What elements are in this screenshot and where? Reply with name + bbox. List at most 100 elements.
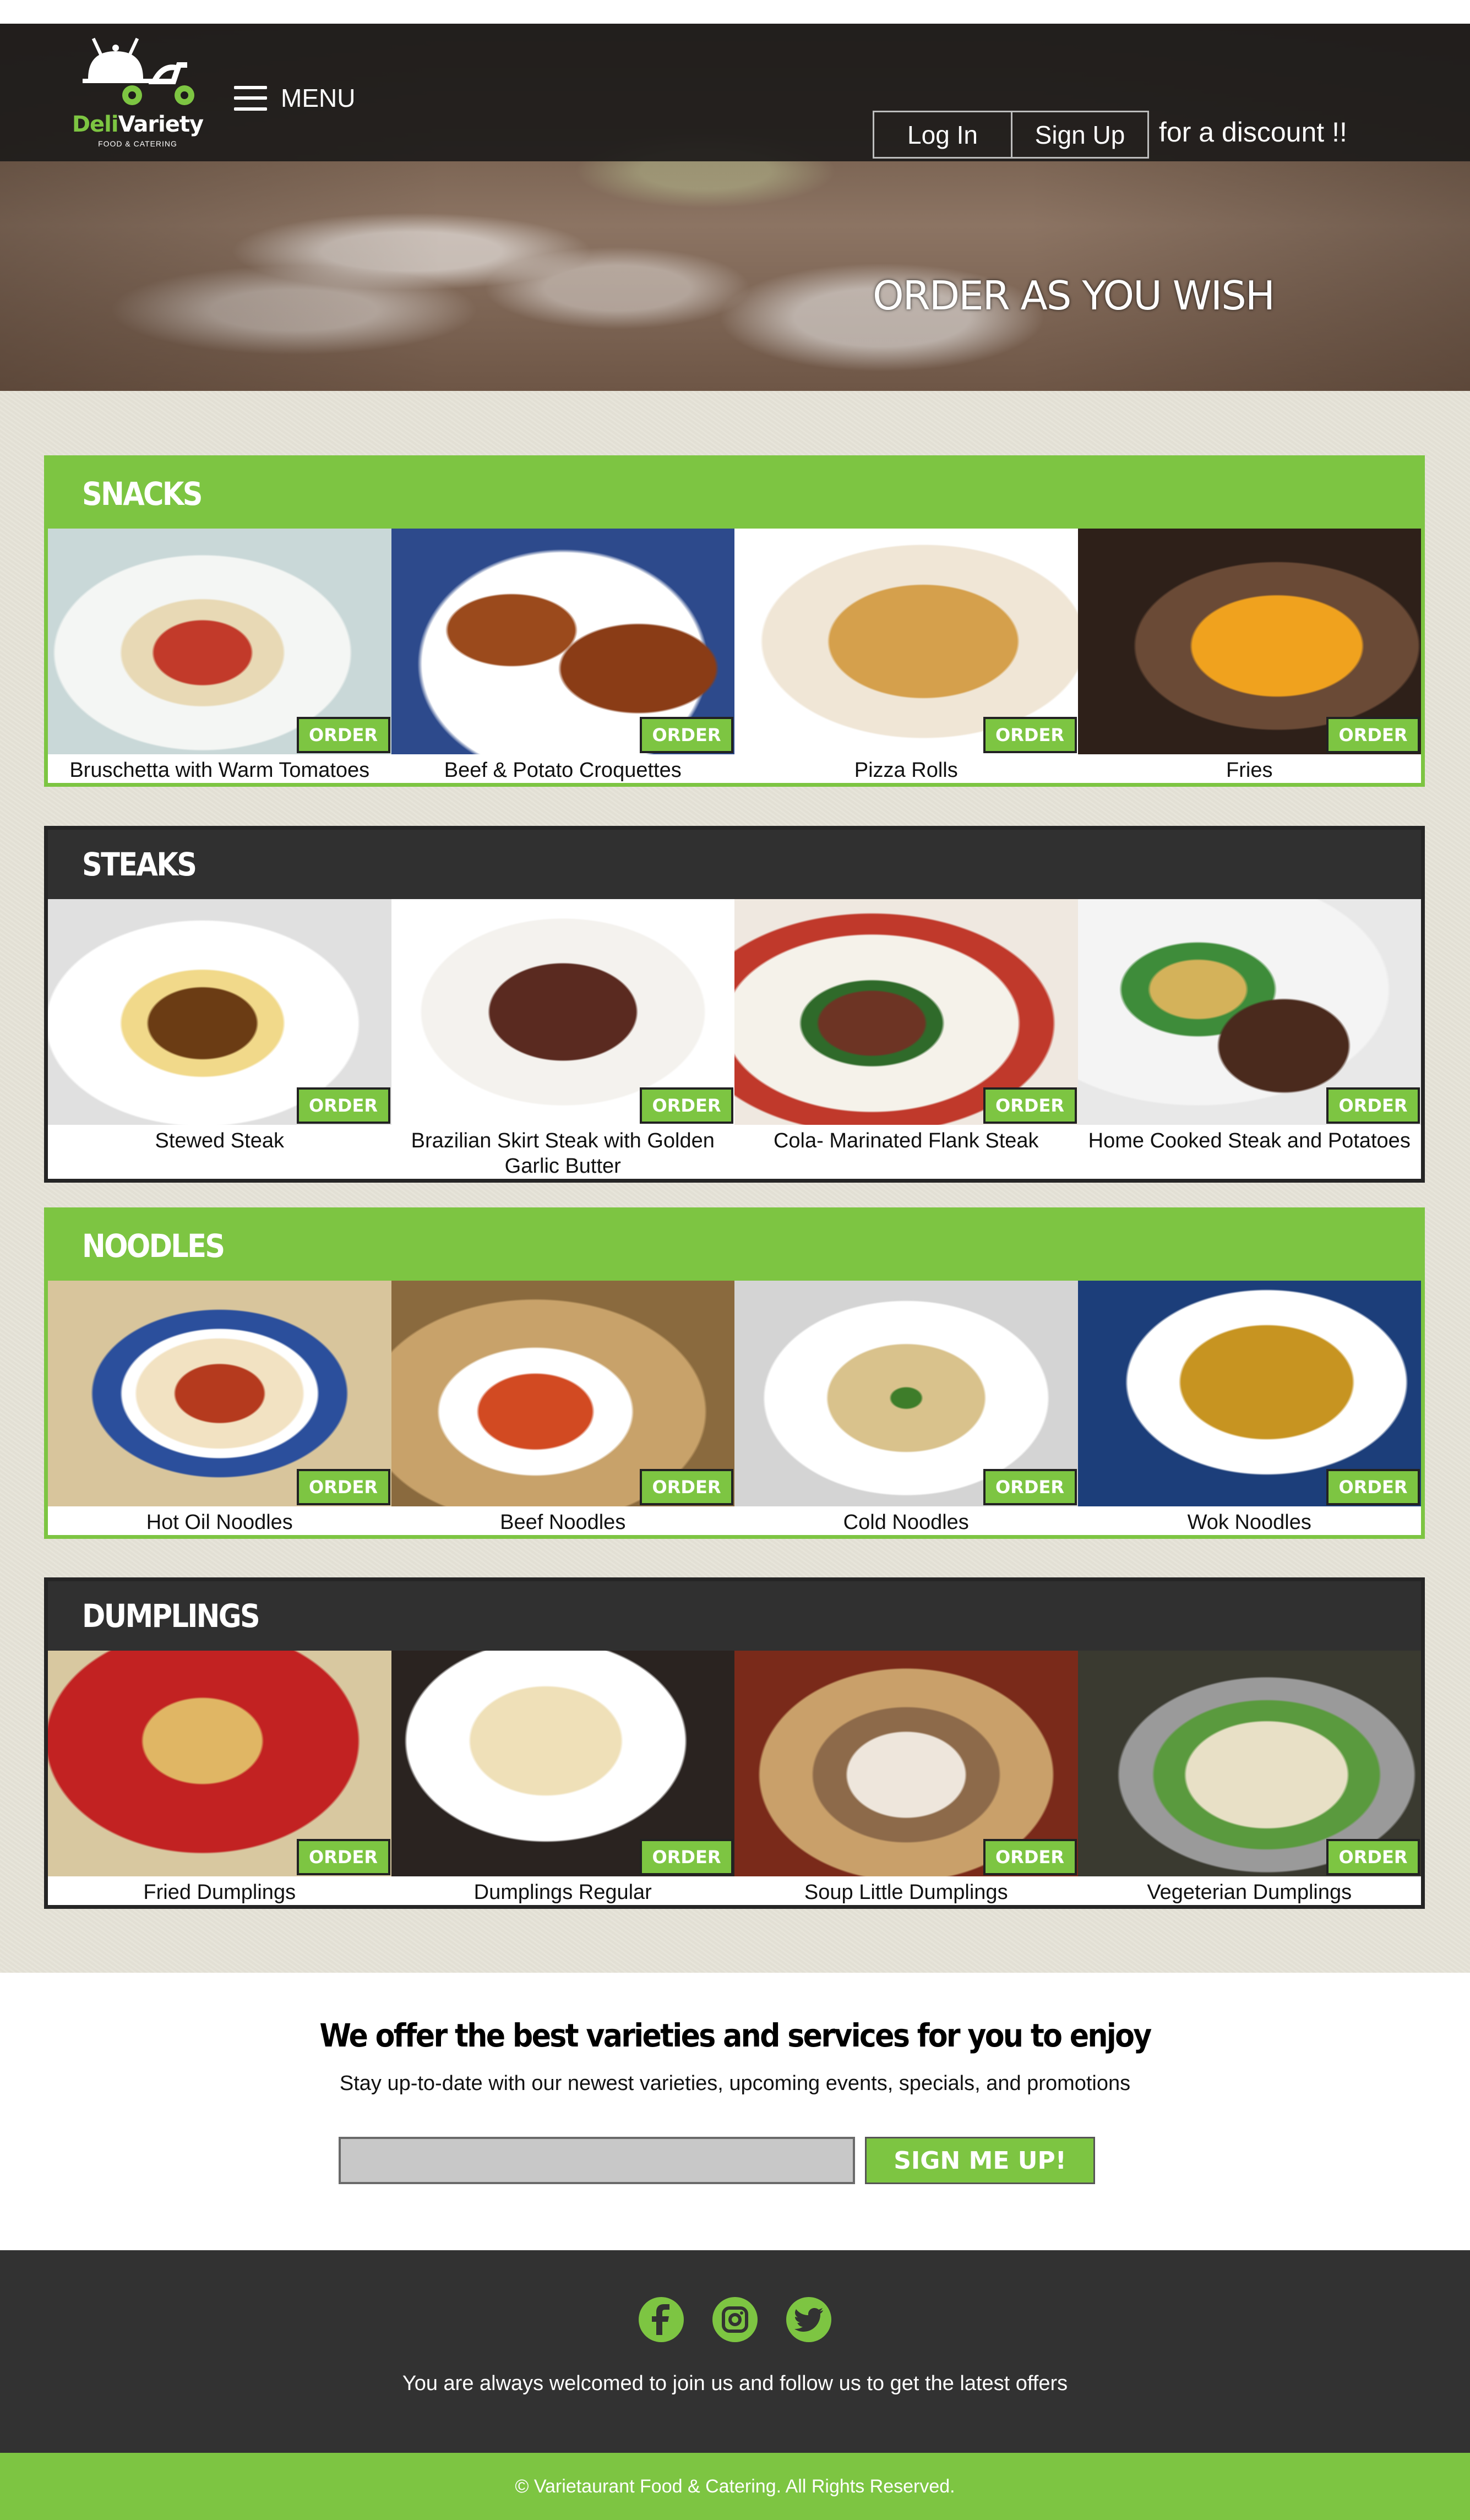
section-dumplings: DUMPLINGS ORDER Fried Dumplings ORDER Du… xyxy=(44,1577,1425,1909)
food-image-hot-oil-noodles[interactable]: ORDER xyxy=(48,1281,391,1506)
menu-item: ORDER Pizza Rolls xyxy=(734,529,1078,783)
menu-label: MENU xyxy=(281,84,356,112)
brand-name: DeliVariety xyxy=(72,112,204,137)
item-name: Fried Dumplings xyxy=(143,1881,296,1904)
section-header: DUMPLINGS xyxy=(48,1581,1421,1651)
menu-item: ORDER Beef & Potato Croquettes xyxy=(391,529,734,783)
order-button[interactable]: ORDER xyxy=(983,1839,1077,1875)
newsletter-subtitle: Stay up-to-date with our newest varietie… xyxy=(339,2072,1131,2095)
item-grid: ORDER Fried Dumplings ORDER Dumplings Re… xyxy=(48,1651,1421,1905)
food-image-cold-noodles[interactable]: ORDER xyxy=(734,1281,1078,1506)
food-image-soup-dumplings[interactable]: ORDER xyxy=(734,1651,1078,1876)
menu-item: ORDER Cold Noodles xyxy=(734,1281,1078,1535)
menu-item: ORDER Home Cooked Steak and Potatoes xyxy=(1077,899,1421,1179)
food-image-wok-noodles[interactable]: ORDER xyxy=(1077,1281,1421,1506)
brand-logo[interactable]: DeliVariety FOOD & CATERING xyxy=(66,35,209,153)
section-title: SNACKS xyxy=(82,475,203,513)
order-button[interactable]: ORDER xyxy=(983,717,1077,753)
order-button[interactable]: ORDER xyxy=(296,1839,390,1875)
order-button[interactable]: ORDER xyxy=(296,717,390,753)
menu-item: ORDER Wok Noodles xyxy=(1077,1281,1421,1535)
menu-button[interactable]: MENU xyxy=(234,81,355,115)
item-name: Cold Noodles xyxy=(843,1511,969,1534)
twitter-icon[interactable] xyxy=(786,2297,831,2342)
item-grid: ORDER Stewed Steak ORDER Brazilian Skirt… xyxy=(48,899,1421,1179)
item-name: Vegeterian Dumplings xyxy=(1147,1881,1352,1904)
order-button[interactable]: ORDER xyxy=(640,1087,733,1124)
item-name: Stewed Steak xyxy=(155,1129,284,1152)
food-image-flank-steak[interactable]: ORDER xyxy=(734,899,1078,1125)
section-title: NOODLES xyxy=(82,1227,225,1265)
order-button[interactable]: ORDER xyxy=(640,1839,733,1875)
food-image-croquettes[interactable]: ORDER xyxy=(391,529,734,754)
item-name: Beef Noodles xyxy=(500,1511,626,1534)
section-header: SNACKS xyxy=(48,459,1421,529)
section-header: STEAKS xyxy=(48,830,1421,899)
section-title: DUMPLINGS xyxy=(82,1597,260,1635)
menu-item: ORDER Bruschetta with Warm Tomatoes xyxy=(48,529,391,783)
discount-text: for a discount !! xyxy=(1159,117,1347,148)
item-name: Hot Oil Noodles xyxy=(146,1511,293,1534)
item-name: Wok Noodles xyxy=(1187,1511,1311,1534)
menu-item: ORDER Brazilian Skirt Steak with Golden … xyxy=(391,899,734,1179)
menu-item: ORDER Dumplings Regular xyxy=(391,1651,734,1905)
newsletter-email-input[interactable] xyxy=(339,2137,855,2184)
order-button[interactable]: ORDER xyxy=(983,1469,1077,1505)
auth-buttons: Log In Sign Up xyxy=(873,111,1149,159)
hero-title: ORDER AS YOU WISH xyxy=(873,273,1275,319)
menu-item: ORDER Fries xyxy=(1077,529,1421,783)
section-title: STEAKS xyxy=(82,846,197,883)
item-name: Home Cooked Steak and Potatoes xyxy=(1088,1129,1411,1152)
item-name: Cola- Marinated Flank Steak xyxy=(773,1129,1039,1152)
signup-button[interactable]: Sign Up xyxy=(1011,112,1147,157)
facebook-icon[interactable] xyxy=(639,2297,684,2342)
instagram-icon[interactable] xyxy=(712,2297,758,2342)
social-links xyxy=(0,2297,1470,2342)
order-button[interactable]: ORDER xyxy=(296,1087,390,1124)
food-image-fries[interactable]: ORDER xyxy=(1077,529,1421,754)
newsletter-title: We offer the best varieties and services… xyxy=(319,2017,1152,2054)
order-button[interactable]: ORDER xyxy=(640,717,733,753)
food-image-bruschetta[interactable]: ORDER xyxy=(48,529,391,754)
food-image-beef-noodles[interactable]: ORDER xyxy=(391,1281,734,1506)
food-image-stewed-steak[interactable]: ORDER xyxy=(48,899,391,1125)
top-navigation-bar: DeliVariety FOOD & CATERING MENU Log In … xyxy=(0,24,1470,161)
footer: You are always welcomed to join us and f… xyxy=(0,2250,1470,2453)
menu-item: ORDER Hot Oil Noodles xyxy=(48,1281,391,1535)
order-button[interactable]: ORDER xyxy=(1326,1839,1420,1875)
menu-item: ORDER Cola- Marinated Flank Steak xyxy=(734,899,1078,1179)
food-image-fried-dumplings[interactable]: ORDER xyxy=(48,1651,391,1876)
menu-item: ORDER Soup Little Dumplings xyxy=(734,1651,1078,1905)
order-button[interactable]: ORDER xyxy=(296,1469,390,1505)
item-name: Soup Little Dumplings xyxy=(804,1881,1008,1904)
item-name: Fries xyxy=(1226,759,1273,782)
item-name: Pizza Rolls xyxy=(854,759,958,782)
menu-item: ORDER Stewed Steak xyxy=(48,899,391,1179)
order-button[interactable]: ORDER xyxy=(1326,1087,1420,1124)
section-noodles: NOODLES ORDER Hot Oil Noodles ORDER Beef… xyxy=(44,1207,1425,1539)
item-grid: ORDER Bruschetta with Warm Tomatoes ORDE… xyxy=(48,529,1421,783)
brand-tagline: FOOD & CATERING xyxy=(98,139,177,148)
order-button[interactable]: ORDER xyxy=(983,1087,1077,1124)
copyright-bar: © Varietaurant Food & Catering. All Righ… xyxy=(0,2453,1470,2520)
food-image-skirt-steak[interactable]: ORDER xyxy=(391,899,734,1125)
delivery-scooter-icon xyxy=(83,37,194,105)
menu-item: ORDER Vegeterian Dumplings xyxy=(1077,1651,1421,1905)
item-name: Brazilian Skirt Steak with Golden Garlic… xyxy=(411,1129,715,1178)
footer-text: You are always welcomed to join us and f… xyxy=(402,2372,1068,2395)
food-image-regular-dumplings[interactable]: ORDER xyxy=(391,1651,734,1876)
item-name: Beef & Potato Croquettes xyxy=(444,759,682,782)
section-steaks: STEAKS ORDER Stewed Steak ORDER Brazilia… xyxy=(44,826,1425,1183)
order-button[interactable]: ORDER xyxy=(1326,717,1420,753)
menu-content: SNACKS ORDER Bruschetta with Warm Tomato… xyxy=(0,391,1470,1973)
food-image-steak-potatoes[interactable]: ORDER xyxy=(1077,899,1421,1125)
order-button[interactable]: ORDER xyxy=(1326,1469,1420,1505)
sign-me-up-button[interactable]: SIGN ME UP! xyxy=(865,2137,1095,2184)
food-image-vegetarian-dumplings[interactable]: ORDER xyxy=(1077,1651,1421,1876)
login-button[interactable]: Log In xyxy=(874,112,1011,157)
food-image-pizza-rolls[interactable]: ORDER xyxy=(734,529,1078,754)
order-button[interactable]: ORDER xyxy=(640,1469,733,1505)
item-name: Bruschetta with Warm Tomatoes xyxy=(69,759,370,782)
menu-item: ORDER Beef Noodles xyxy=(391,1281,734,1535)
item-grid: ORDER Hot Oil Noodles ORDER Beef Noodles… xyxy=(48,1281,1421,1535)
